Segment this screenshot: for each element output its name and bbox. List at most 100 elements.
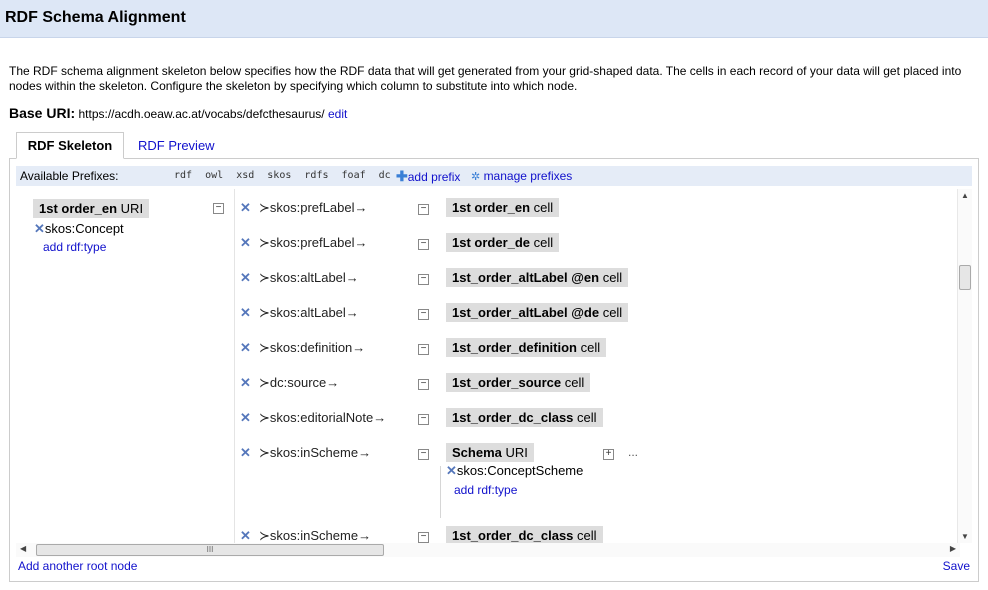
lead-icon: ≻ xyxy=(259,270,270,285)
link-property[interactable]: ≻dc:source→ xyxy=(259,375,339,391)
page-title: RDF Schema Alignment xyxy=(5,9,186,26)
link-collapse-toggle[interactable]: − xyxy=(418,204,429,215)
link-collapse-toggle[interactable]: − xyxy=(418,379,429,390)
target-kind: cell xyxy=(533,235,554,250)
more-menu[interactable]: ... xyxy=(628,445,638,459)
target-column: 1st_order_dc_class xyxy=(452,410,574,425)
target-kind: cell xyxy=(602,270,623,285)
link-collapse-toggle[interactable]: − xyxy=(418,309,429,320)
scroll-left-icon[interactable]: ◀ xyxy=(20,544,26,553)
vertical-scroll-thumb[interactable] xyxy=(959,265,971,290)
remove-link-icon[interactable]: ✕ xyxy=(240,270,251,286)
link-collapse-toggle[interactable]: − xyxy=(418,532,429,543)
scroll-right-icon[interactable]: ▶ xyxy=(950,544,956,553)
target-kind: cell xyxy=(533,200,554,215)
arrow-icon: → xyxy=(345,305,359,320)
add-root-node-link[interactable]: Add another root node xyxy=(18,559,137,573)
lead-icon: ≻ xyxy=(259,410,270,425)
manage-prefixes-link[interactable]: ✲ manage prefixes xyxy=(471,166,572,187)
horizontal-scrollbar[interactable]: ◀ III ▶ xyxy=(16,543,960,557)
sub-add-type-link[interactable]: add rdf:type xyxy=(454,483,517,497)
link-target-node[interactable]: 1st order_de cell xyxy=(446,233,560,252)
link-target-node[interactable]: 1st_order_altLabel @de cell xyxy=(446,303,629,322)
arrow-icon: → xyxy=(354,200,368,215)
target-column: 1st_order_definition xyxy=(452,340,577,355)
link-property[interactable]: ≻skos:editorialNote→ xyxy=(259,410,386,426)
arrow-icon: → xyxy=(354,235,368,250)
link-collapse-toggle[interactable]: − xyxy=(418,274,429,285)
link-property-label: skos:altLabel xyxy=(269,270,346,285)
link-property[interactable]: ≻skos:prefLabel→ xyxy=(259,235,367,251)
remove-type-icon[interactable]: ✕ xyxy=(446,463,457,478)
target-kind: cell xyxy=(580,340,601,355)
prefix-item: foaf xyxy=(341,170,366,181)
target-column: 1st_order_source xyxy=(452,375,562,390)
link-property[interactable]: ≻skos:definition→ xyxy=(259,340,365,356)
remove-link-icon[interactable]: ✕ xyxy=(240,235,251,251)
remove-link-icon[interactable]: ✕ xyxy=(240,340,251,356)
skeleton-tree: 1st order_en URI − ✕skos:Concept add rdf… xyxy=(16,189,966,543)
prefix-item: dc xyxy=(378,170,391,181)
link-property-label: skos:inScheme xyxy=(269,528,359,543)
link-collapse-toggle[interactable]: − xyxy=(418,414,429,425)
link-property-label: skos:altLabel xyxy=(269,305,346,320)
link-property-label: skos:editorialNote xyxy=(269,410,374,425)
remove-link-icon[interactable]: ✕ xyxy=(240,375,251,391)
description-text: The RDF schema alignment skeleton below … xyxy=(9,64,962,93)
link-collapse-toggle[interactable]: − xyxy=(418,449,429,460)
add-prefix-link[interactable]: ✚add prefix xyxy=(396,166,460,187)
link-property-label: skos:prefLabel xyxy=(269,235,355,250)
vertical-scrollbar[interactable]: ▲ ▼ xyxy=(957,189,972,543)
link-row: ✕ ≻dc:source→ − 1st_order_source cell xyxy=(16,371,966,395)
prefix-bar: Available Prefixes: rdf owl xsd skos rdf… xyxy=(16,166,972,186)
expand-toggle[interactable]: + xyxy=(603,449,614,460)
link-target-node[interactable]: 1st_order_dc_class cell xyxy=(446,408,603,427)
link-property[interactable]: ≻skos:altLabel→ xyxy=(259,270,359,286)
lead-icon: ≻ xyxy=(259,200,270,215)
link-target-node[interactable]: Schema URI xyxy=(446,443,534,462)
link-target-node[interactable]: 1st_order_source cell xyxy=(446,373,591,392)
remove-link-icon[interactable]: ✕ xyxy=(240,528,251,543)
prefix-item: rdfs xyxy=(304,170,329,181)
scroll-up-icon[interactable]: ▲ xyxy=(961,191,969,200)
base-uri-label: Base URI: xyxy=(9,105,76,121)
link-property[interactable]: ≻skos:inScheme→ xyxy=(259,445,371,461)
prefix-bar-label: Available Prefixes: xyxy=(20,169,119,183)
target-kind: URI xyxy=(505,445,528,460)
prefix-item: owl xyxy=(205,170,224,181)
remove-link-icon[interactable]: ✕ xyxy=(240,445,251,461)
link-property[interactable]: ≻skos:prefLabel→ xyxy=(259,200,367,216)
link-property[interactable]: ≻skos:altLabel→ xyxy=(259,305,359,321)
base-uri-edit-link[interactable]: edit xyxy=(328,107,347,121)
link-property-label: skos:definition xyxy=(269,340,353,355)
arrow-icon: → xyxy=(352,340,366,355)
prefix-item: rdf xyxy=(174,170,193,181)
scroll-down-icon[interactable]: ▼ xyxy=(961,532,969,541)
gear-icon: ✲ xyxy=(471,171,481,183)
target-kind: cell xyxy=(577,410,597,425)
target-column: 1st order_en xyxy=(452,200,531,215)
tab-rdf-skeleton[interactable]: RDF Skeleton xyxy=(16,132,124,159)
horizontal-scroll-thumb[interactable]: III xyxy=(36,544,384,556)
link-target-node[interactable]: 1st_order_dc_class cell xyxy=(446,526,603,543)
link-collapse-toggle[interactable]: − xyxy=(418,344,429,355)
remove-link-icon[interactable]: ✕ xyxy=(240,410,251,426)
arrow-icon: → xyxy=(373,410,387,425)
lead-icon: ≻ xyxy=(259,305,270,320)
target-column: 1st_order_dc_class xyxy=(452,528,574,543)
arrow-icon: → xyxy=(326,375,340,390)
manage-prefixes-label: manage prefixes xyxy=(483,169,573,183)
link-row: ✕ ≻skos:altLabel→ − 1st_order_altLabel @… xyxy=(16,301,966,325)
link-row: ✕ ≻skos:prefLabel→ − 1st order_en cell xyxy=(16,196,966,220)
remove-link-icon[interactable]: ✕ xyxy=(240,305,251,321)
link-collapse-toggle[interactable]: − xyxy=(418,239,429,250)
link-target-node[interactable]: 1st order_en cell xyxy=(446,198,560,217)
tab-rdf-preview[interactable]: RDF Preview xyxy=(138,138,215,153)
link-row: ✕ ≻skos:altLabel→ − 1st_order_altLabel @… xyxy=(16,266,966,290)
link-target-node[interactable]: 1st_order_altLabel @en cell xyxy=(446,268,629,287)
save-link[interactable]: Save xyxy=(943,559,970,573)
link-property[interactable]: ≻skos:inScheme→ xyxy=(259,528,371,543)
remove-link-icon[interactable]: ✕ xyxy=(240,200,251,216)
link-target-node[interactable]: 1st_order_definition cell xyxy=(446,338,607,357)
add-prefix-label: add prefix xyxy=(407,170,461,184)
